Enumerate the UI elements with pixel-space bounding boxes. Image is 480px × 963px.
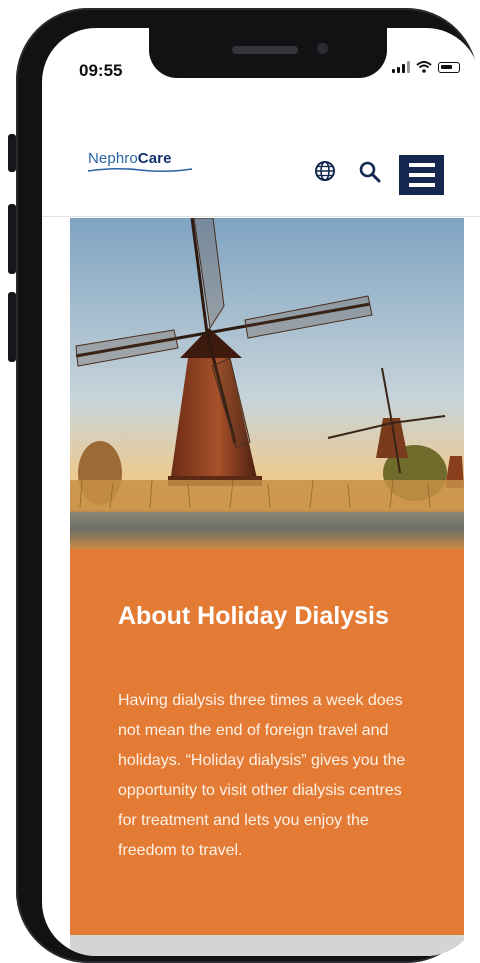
main-content: About Holiday Dialysis Having dialysis t… — [70, 218, 464, 956]
hero-image-windmills — [70, 218, 464, 549]
phone-frame: 09:55 NephroCare About Holiday Dialysis … — [16, 8, 480, 963]
phone-side-button — [8, 134, 16, 172]
phone-notch — [149, 28, 387, 78]
status-time: 09:55 — [79, 61, 123, 80]
next-section-strip — [70, 935, 464, 956]
status-icons — [392, 61, 460, 73]
search-icon[interactable] — [358, 160, 382, 184]
phone-side-button — [8, 292, 16, 362]
front-camera — [317, 43, 328, 54]
card-title: About Holiday Dialysis — [118, 602, 389, 630]
phone-screen: 09:55 NephroCare About Holiday Dialysis … — [42, 28, 480, 956]
globe-icon[interactable] — [314, 160, 336, 182]
site-header: NephroCare — [42, 108, 480, 217]
phone-side-button — [8, 204, 16, 274]
hamburger-menu-button[interactable] — [399, 155, 444, 195]
signal-icon — [392, 61, 410, 73]
logo-text-nephro: Nephro — [88, 150, 138, 167]
logo-wave-icon — [88, 167, 192, 173]
nephrocare-logo[interactable]: NephroCare — [88, 150, 172, 167]
holiday-dialysis-card: About Holiday Dialysis Having dialysis t… — [70, 549, 464, 935]
card-body-text: Having dialysis three times a week does … — [118, 692, 406, 859]
wifi-icon — [416, 61, 432, 73]
battery-icon — [438, 61, 460, 73]
speaker-grille — [232, 46, 298, 54]
logo-text-care: Care — [137, 150, 172, 167]
